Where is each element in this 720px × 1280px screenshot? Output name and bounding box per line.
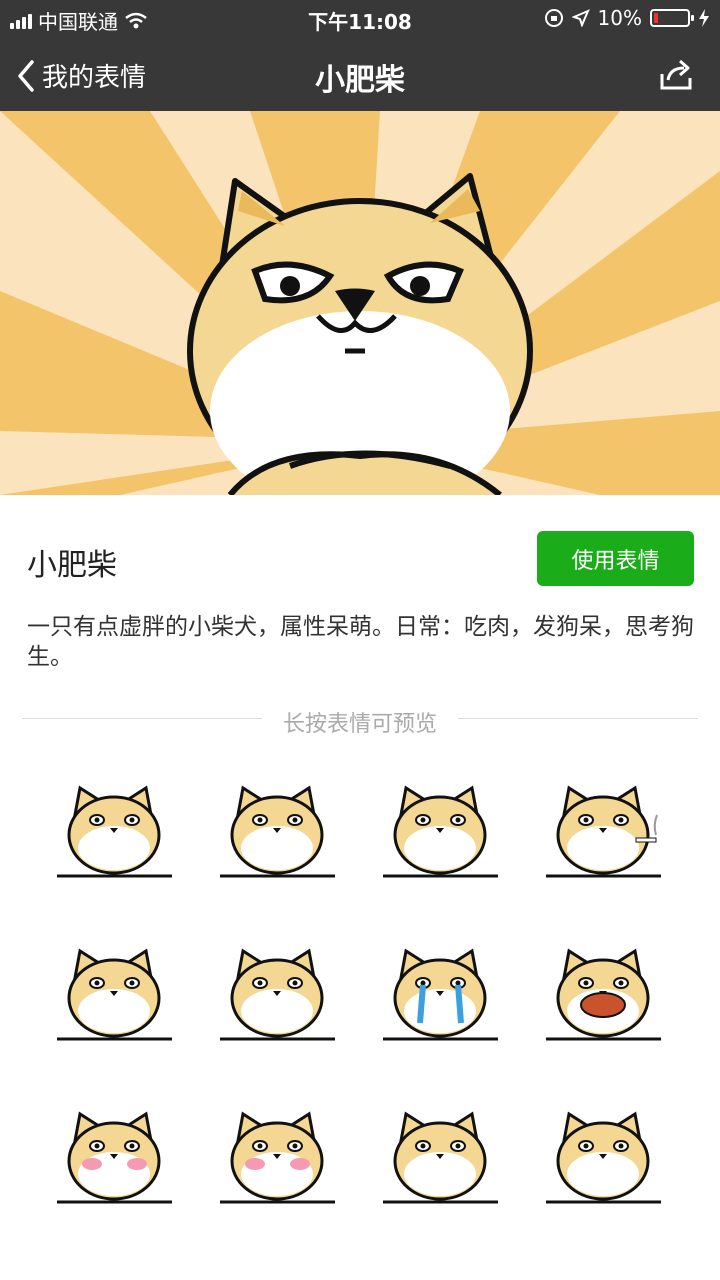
sticker-praying[interactable] (378, 1106, 503, 1206)
sticker-blushing[interactable] (215, 1106, 340, 1206)
status-bar: 中国联通 下午11:08 10% (0, 0, 720, 40)
sticker-thinking[interactable] (52, 780, 177, 880)
sticker-thumbs-up[interactable] (215, 780, 340, 880)
pack-title: 小肥柴 (27, 548, 117, 583)
page-title: 小肥柴 (315, 63, 405, 98)
battery-icon (650, 9, 694, 27)
status-right: 10% (544, 6, 710, 30)
sticker-shocked[interactable] (378, 780, 503, 880)
battery-percent: 10% (597, 6, 642, 30)
banner-image (0, 111, 720, 495)
preview-divider: 长按表情可预览 (22, 706, 698, 737)
sticker-squint[interactable] (52, 943, 177, 1043)
sticker-smoking[interactable] (541, 780, 666, 880)
sticker-eating-meat[interactable] (541, 943, 666, 1043)
divider-line-right (458, 718, 698, 719)
rotation-lock-icon (544, 9, 563, 27)
sticker-crying[interactable] (378, 943, 503, 1043)
sticker-sweating[interactable] (541, 1106, 666, 1206)
pack-description: 一只有点虚胖的小柴犬，属性呆萌。日常：吃肉，发狗呆，思考狗生。 (27, 614, 694, 670)
nav-bar: 我的表情 小肥柴 (0, 40, 720, 111)
location-icon (571, 9, 590, 27)
charging-icon (699, 9, 709, 27)
preview-hint: 长按表情可预览 (282, 712, 437, 737)
use-sticker-button[interactable]: 使用表情 (537, 531, 694, 586)
share-icon[interactable] (658, 56, 694, 92)
sticker-blushing-hide[interactable] (52, 1106, 177, 1206)
pack-banner (0, 111, 720, 495)
sticker-surprised[interactable] (215, 943, 340, 1043)
